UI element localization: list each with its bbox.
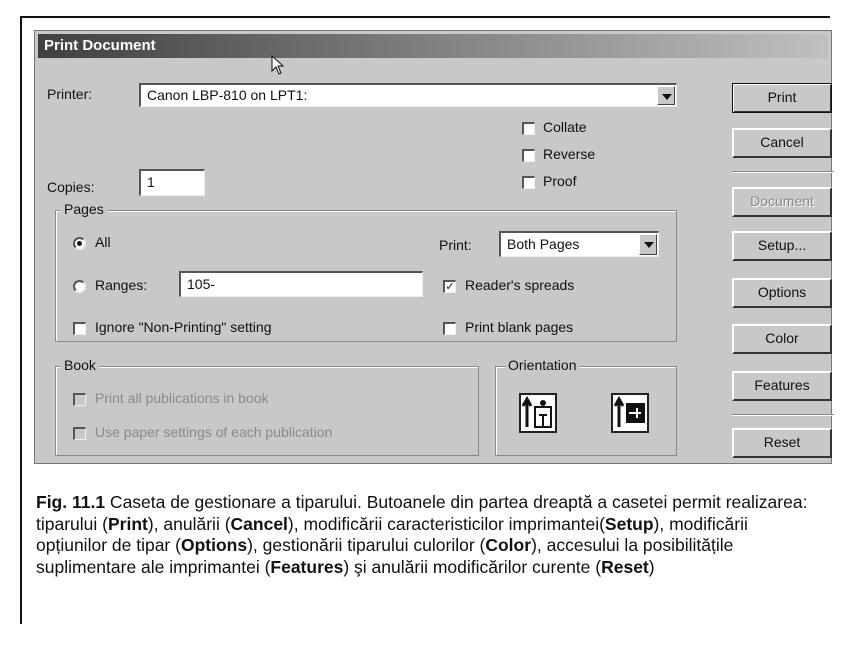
ignore-nonprinting-checkbox[interactable]	[73, 322, 86, 335]
mouse-cursor-icon	[271, 55, 285, 75]
printer-label: Printer:	[47, 86, 93, 102]
copies-label: Copies:	[47, 179, 95, 195]
proof-checkbox[interactable]	[522, 176, 535, 189]
printer-value: Canon LBP-810 on LPT1:	[147, 87, 308, 103]
print-pages-value: Both Pages	[507, 236, 580, 252]
ranges-label: Ranges:	[95, 277, 148, 293]
proof-label: Proof	[543, 173, 577, 189]
reverse-checkbox[interactable]	[522, 149, 535, 162]
printer-dropdown-icon[interactable]	[657, 86, 675, 105]
print-blank-pages-label: Print blank pages	[465, 319, 574, 335]
landscape-orientation-icon[interactable]	[611, 393, 649, 433]
pages-group-title: Pages	[61, 201, 107, 217]
collate-label: Collate	[543, 119, 587, 135]
features-button[interactable]: Features	[732, 371, 832, 401]
figure-caption: Fig. 11.1 Caseta de gestionare a tiparul…	[36, 492, 808, 577]
print-pages-select[interactable]: Both Pages	[499, 231, 659, 257]
printer-select[interactable]: Canon LBP-810 on LPT1:	[139, 83, 677, 107]
ignore-nonprinting-label: Ignore "Non-Printing" setting	[95, 319, 272, 335]
book-group-title: Book	[61, 357, 99, 373]
print-pages-dropdown-icon[interactable]	[639, 234, 657, 255]
cancel-button[interactable]: Cancel	[732, 128, 832, 158]
book-group	[55, 366, 479, 456]
print-document-dialog: Print Document Printer: Canon LBP-810 on…	[34, 30, 834, 464]
button-separator	[732, 171, 834, 173]
use-paper-settings-checkbox[interactable]	[73, 427, 86, 440]
ranges-value: 105-	[187, 276, 216, 292]
document-button[interactable]: Document	[732, 187, 832, 217]
ranges-radio[interactable]	[73, 280, 86, 293]
print-all-publications-label: Print all publications in book	[95, 390, 269, 406]
all-radio[interactable]	[73, 237, 86, 250]
copies-value: 1	[147, 174, 155, 190]
print-pages-label: Print:	[439, 237, 472, 253]
readers-spreads-checkbox[interactable]: ✓	[443, 280, 456, 293]
orientation-group-title: Orientation	[505, 357, 580, 373]
collate-checkbox[interactable]	[522, 122, 535, 135]
ranges-input[interactable]: 105-	[179, 271, 423, 297]
portrait-orientation-icon[interactable]	[519, 393, 557, 433]
color-button[interactable]: Color	[732, 324, 832, 354]
setup-button[interactable]: Setup...	[732, 231, 832, 261]
reset-button[interactable]: Reset	[732, 428, 832, 458]
print-all-publications-checkbox[interactable]	[73, 393, 86, 406]
print-blank-pages-checkbox[interactable]	[443, 322, 456, 335]
figure-number: Fig. 11.1	[36, 492, 106, 512]
print-button[interactable]: Print	[732, 83, 832, 113]
options-button[interactable]: Options	[732, 278, 832, 308]
use-paper-settings-label: Use paper settings of each publication	[95, 424, 333, 440]
reverse-label: Reverse	[543, 146, 596, 162]
copies-input[interactable]: 1	[139, 169, 205, 196]
dialog-title-bar[interactable]: Print Document	[38, 34, 828, 58]
dialog-title: Print Document	[44, 37, 156, 54]
readers-spreads-label: Reader's spreads	[465, 277, 575, 293]
all-label: All	[95, 234, 111, 250]
button-separator-2	[732, 414, 834, 416]
